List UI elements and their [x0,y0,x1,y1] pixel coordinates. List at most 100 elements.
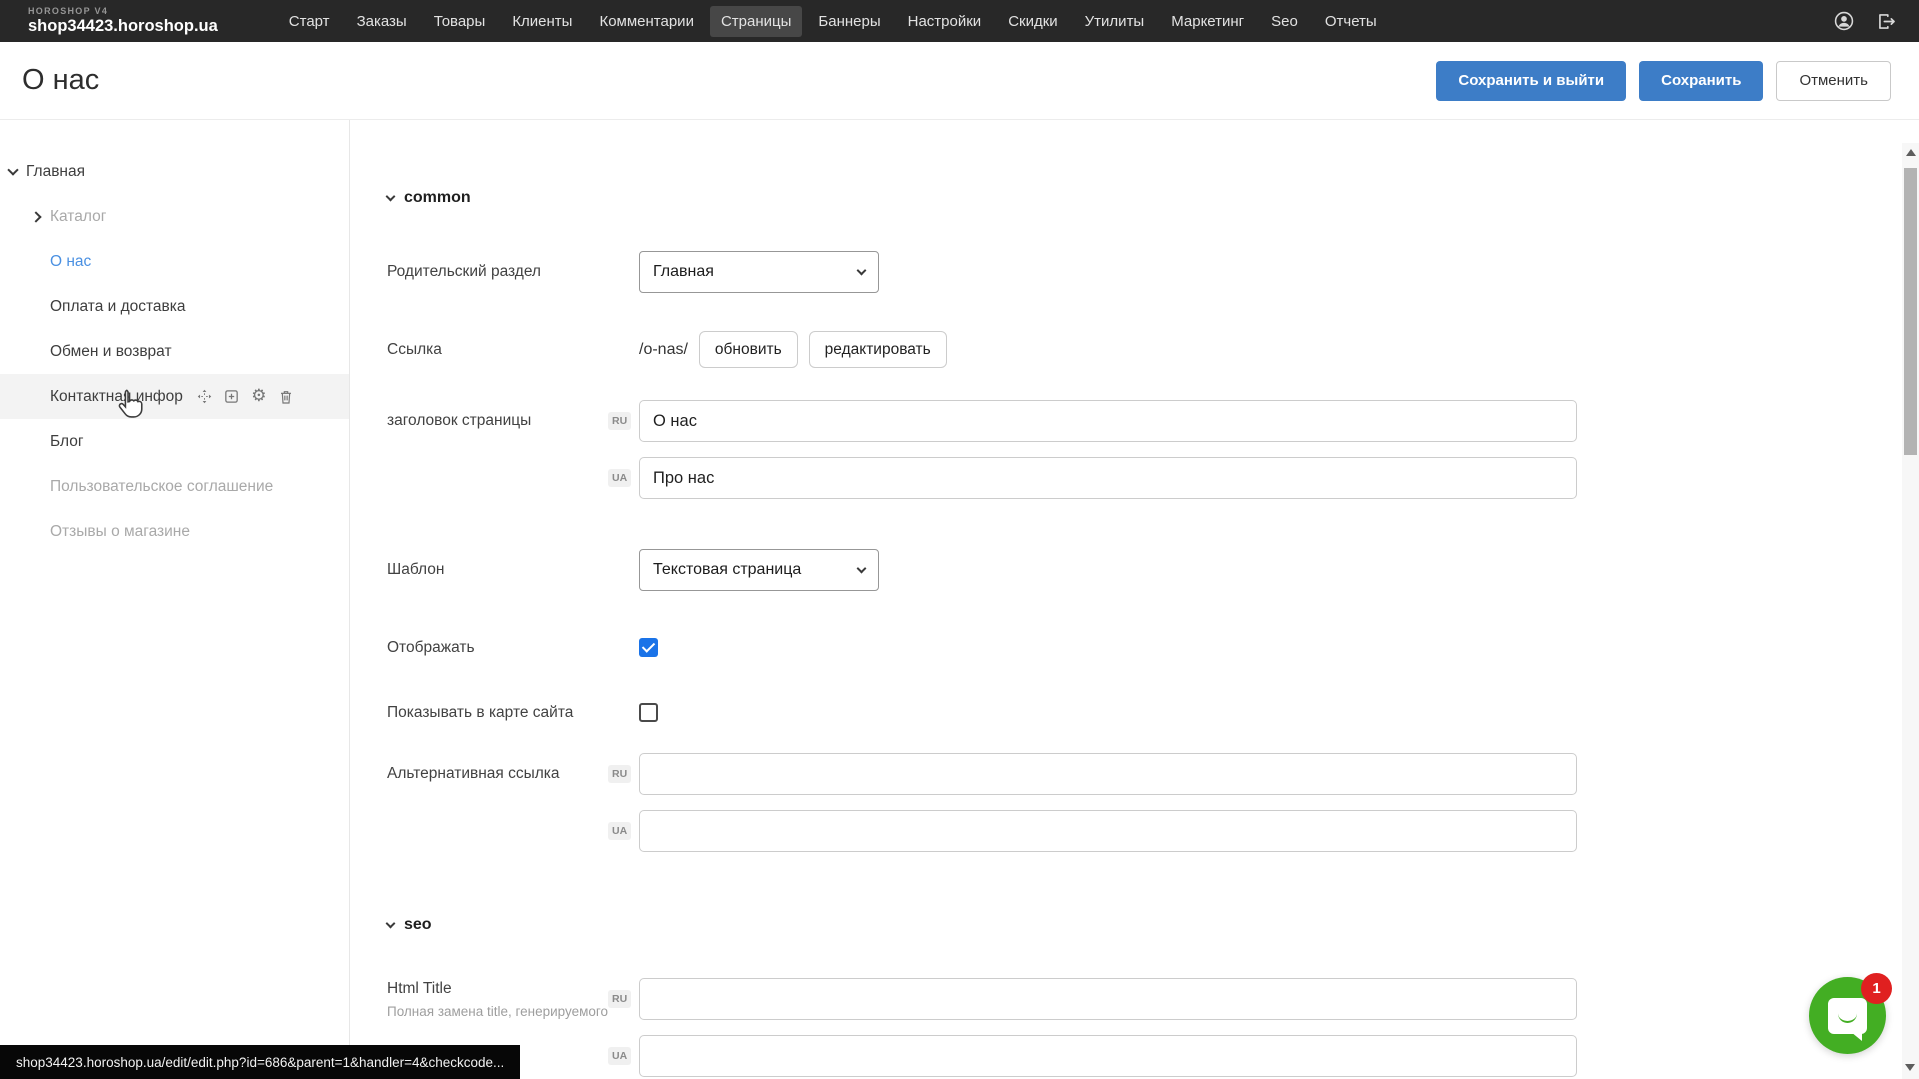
content-area: Главная Каталог О нас Оплата и доставка … [0,119,1919,1079]
lang-badge-ru: RU [608,765,631,783]
parent-section-row: Родительский раздел Главная [387,251,1919,293]
page-title-ua-row: UA Про нас [387,457,1919,499]
tree-item-label: Обмен и возврат [50,343,172,361]
navbar-actions [1833,10,1897,32]
lang-badge-ru: RU [608,412,631,430]
chevron-down-icon[interactable] [7,164,18,175]
chevron-right-icon[interactable] [30,211,41,222]
display-checkbox[interactable] [639,638,658,657]
move-icon[interactable] [196,388,214,406]
chat-widget-button[interactable]: 1 [1809,977,1886,1054]
tree-item-label: Оплата и доставка [50,298,186,316]
link-path: /o-nas/ [639,341,688,359]
nav-item-banners[interactable]: Баннеры [807,6,891,37]
display-label: Отображать [387,639,639,657]
section-common[interactable]: common [387,187,1919,209]
logo-version-label: HOROSHOP V4 [28,7,218,17]
html-title-ua-input[interactable] [639,1035,1577,1077]
tree-item-obmen-i-vozvrat[interactable]: Обмен и возврат [0,329,349,374]
tree-item-polzovatelskoe-soglashenie[interactable]: Пользовательское соглашение [0,464,349,509]
tree-item-blog[interactable]: Блог [0,419,349,464]
nav-item-pages[interactable]: Страницы [710,6,802,37]
link-edit-button[interactable]: редактировать [809,331,947,368]
tree-item-oplata-i-dostavka[interactable]: Оплата и доставка [0,284,349,329]
section-seo-label: seo [404,916,432,934]
nav-item-comments[interactable]: Комментарии [588,6,704,37]
display-row: Отображать [387,638,1919,657]
section-seo[interactable]: seo [387,914,1919,936]
vertical-scrollbar[interactable] [1902,143,1919,1079]
alt-link-ua-input[interactable] [639,810,1577,852]
page-header: О нас Сохранить и выйти Сохранить Отмени… [0,42,1919,119]
page-title-ru-row: заголовок страницы RU О нас [387,400,1919,442]
save-and-exit-button[interactable]: Сохранить и выйти [1436,61,1626,101]
link-update-button[interactable]: обновить [699,331,798,368]
header-buttons: Сохранить и выйти Сохранить Отменить [1436,61,1891,101]
chevron-down-icon [857,563,867,573]
tree-item-label: Пользовательское соглашение [50,478,273,496]
chevron-down-icon [857,265,867,275]
nav-item-products[interactable]: Товары [423,6,497,37]
lang-badge-ua: UA [608,1047,631,1065]
template-row: Шаблон Текстовая страница [387,549,1919,591]
page-title-label: заголовок страницы [387,412,639,430]
tree-item-glavnaya[interactable]: Главная [0,149,349,194]
parent-section-label: Родительский раздел [387,263,639,281]
parent-section-value: Главная [653,263,714,281]
sitemap-label: Показывать в карте сайта [387,704,639,722]
page-title-ua-input[interactable]: Про нас [639,457,1577,499]
html-title-ru-input[interactable] [639,978,1577,1020]
html-title-label: Html Title [387,980,639,998]
nav-item-discounts[interactable]: Скидки [997,6,1068,37]
trash-icon[interactable] [277,388,295,406]
sitemap-checkbox[interactable] [639,703,658,722]
page-title-ru-input[interactable]: О нас [639,400,1577,442]
link-preview-statusbar: shop34423.horoshop.ua/edit/edit.php?id=6… [0,1045,520,1079]
page-edit-form: common Родительский раздел Главная Ссылк… [350,119,1919,1079]
nav-item-start[interactable]: Старт [278,6,341,37]
scroll-down-arrow-icon[interactable] [1905,1064,1915,1071]
scroll-up-arrow-icon[interactable] [1906,149,1916,156]
gear-icon[interactable]: ⚙ [250,388,268,406]
account-icon[interactable] [1833,10,1855,32]
tree-item-otzyvy-o-magazine[interactable]: Отзывы о магазине [0,509,349,554]
nav-item-orders[interactable]: Заказы [346,6,418,37]
tree-item-label: Отзывы о магазине [50,523,190,541]
alt-link-ua-row: UA [387,810,1919,852]
pages-tree-sidebar: Главная Каталог О нас Оплата и доставка … [0,119,350,1079]
main-menu: Старт Заказы Товары Клиенты Комментарии … [278,6,1388,37]
html-title-ru-row: Html Title Полная замена title, генериру… [387,978,1919,1020]
logout-icon[interactable] [1875,10,1897,32]
scrollbar-thumb[interactable] [1904,168,1917,455]
nav-item-marketing[interactable]: Маркетинг [1160,6,1255,37]
tree-item-kontaktnaya-informatsiya[interactable]: Контактная инфор ⚙ [0,374,349,419]
tree-item-label: Контактная инфор [50,388,183,406]
page-title: О нас [22,64,99,97]
tree-item-actions: ⚙ [196,388,295,406]
tree-item-label: Блог [50,433,84,451]
save-button[interactable]: Сохранить [1639,61,1763,101]
nav-item-clients[interactable]: Клиенты [501,6,583,37]
nav-item-reports[interactable]: Отчеты [1314,6,1388,37]
alt-link-label: Альтернативная ссылка [387,765,639,783]
nav-item-seo[interactable]: Seo [1260,6,1309,37]
chat-bubble-icon [1828,998,1867,1034]
template-select[interactable]: Текстовая страница [639,549,879,591]
tree-item-katalog[interactable]: Каталог [0,194,349,239]
alt-link-ru-input[interactable] [639,753,1577,795]
add-page-icon[interactable] [223,388,241,406]
logo-domain: shop34423.horoshop.ua [28,17,218,35]
template-label: Шаблон [387,561,639,579]
tree-item-label: Каталог [50,208,106,226]
parent-section-select[interactable]: Главная [639,251,879,293]
shop-logo[interactable]: HOROSHOP V4 shop34423.horoshop.ua [28,7,218,35]
chevron-down-icon [386,919,396,929]
cancel-button[interactable]: Отменить [1776,61,1891,101]
nav-item-settings[interactable]: Настройки [897,6,993,37]
lang-badge-ua: UA [608,822,631,840]
lang-badge-ua: UA [608,469,631,487]
alt-link-ru-row: Альтернативная ссылка RU [387,753,1919,795]
tree-item-o-nas[interactable]: О нас [0,239,349,284]
nav-item-utilities[interactable]: Утилиты [1074,6,1156,37]
chevron-down-icon [386,192,396,202]
